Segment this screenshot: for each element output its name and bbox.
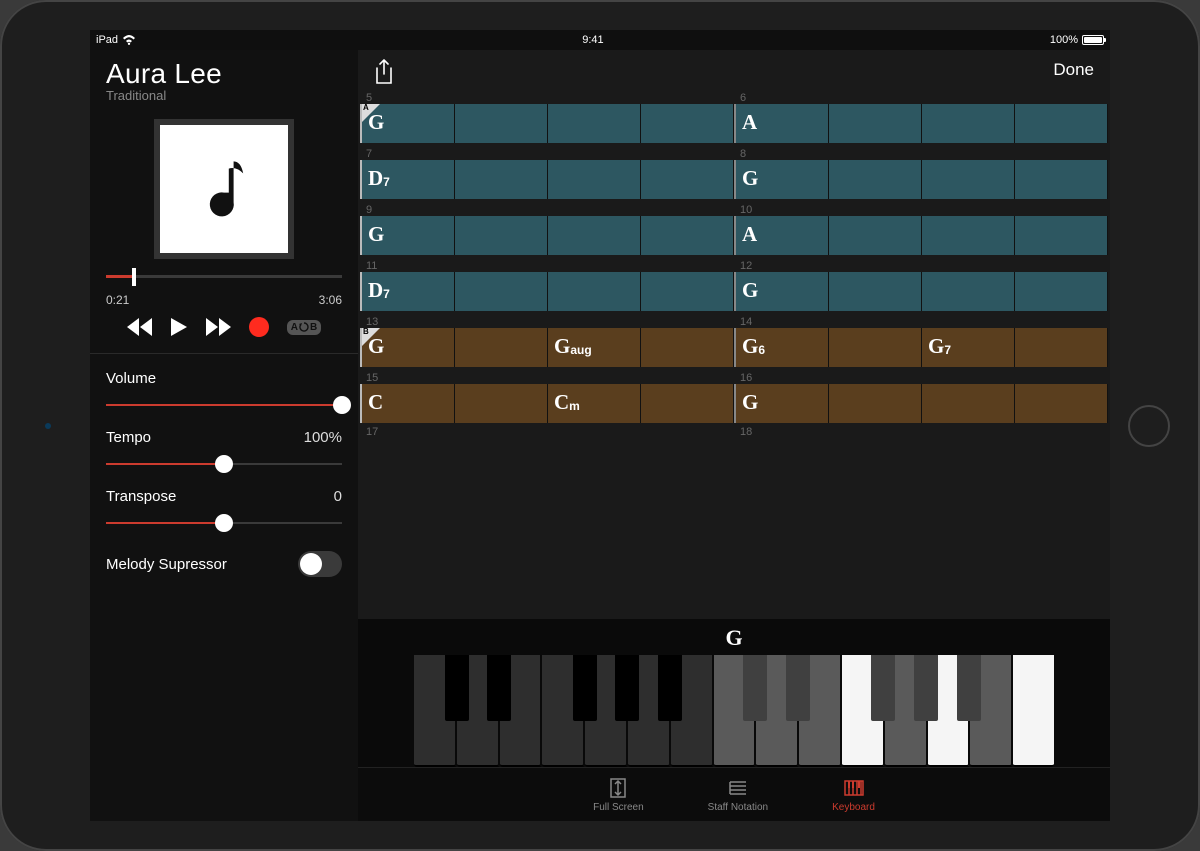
- black-key[interactable]: [658, 655, 682, 721]
- done-button[interactable]: Done: [1053, 60, 1094, 80]
- transpose-label: Transpose: [106, 488, 176, 505]
- tab-staff-notation[interactable]: Staff Notation: [708, 776, 768, 813]
- fast-forward-button[interactable]: [205, 318, 231, 336]
- record-button[interactable]: [249, 317, 269, 337]
- tempo-label: Tempo: [106, 429, 151, 446]
- battery-icon: [1082, 35, 1104, 45]
- playback-slider[interactable]: [106, 269, 342, 291]
- play-button[interactable]: [171, 318, 187, 336]
- time-elapsed: 0:21: [106, 293, 129, 307]
- chord-row[interactable]: D7G: [360, 160, 1108, 199]
- black-key[interactable]: [445, 655, 469, 721]
- chord-row[interactable]: BGGaugG6G7: [360, 328, 1108, 367]
- melody-suppressor-row: Melody Supressor: [106, 551, 342, 577]
- staff-notation-icon: [726, 776, 750, 800]
- clock: 9:41: [582, 34, 603, 46]
- ab-loop-button[interactable]: AB: [287, 320, 321, 335]
- wifi-icon: [122, 35, 136, 45]
- black-key[interactable]: [957, 655, 981, 721]
- transpose-slider[interactable]: [106, 513, 342, 533]
- black-key[interactable]: [615, 655, 639, 721]
- tab-keyboard[interactable]: Keyboard: [832, 776, 875, 813]
- music-note-icon: [199, 159, 249, 219]
- volume-label: Volume: [106, 370, 156, 387]
- time-total: 3:06: [319, 293, 342, 307]
- tab-full-screen-label: Full Screen: [593, 802, 644, 813]
- home-button[interactable]: [1128, 405, 1170, 447]
- song-subtitle: Traditional: [106, 88, 342, 103]
- black-key[interactable]: [743, 655, 767, 721]
- battery-percent: 100%: [1050, 34, 1078, 46]
- black-key[interactable]: [871, 655, 895, 721]
- chord-row[interactable]: CCmG: [360, 384, 1108, 423]
- chord-row[interactable]: GA: [360, 216, 1108, 255]
- chord-row[interactable]: D7G: [360, 272, 1108, 311]
- black-key[interactable]: [487, 655, 511, 721]
- camera-dot: [45, 423, 51, 429]
- keyboard-panel: G: [358, 619, 1110, 767]
- divider: [90, 353, 358, 354]
- full-screen-icon: [606, 776, 630, 800]
- tempo-value: 100%: [304, 429, 342, 446]
- device-label: iPad: [96, 34, 118, 46]
- album-art: [154, 119, 294, 259]
- main-panel: Done 56AGA78D7G910GA1112D7G1314BGGaugG6G…: [358, 50, 1110, 821]
- tempo-control: Tempo 100%: [106, 429, 342, 474]
- view-tabs: Full Screen Staff Notation Keyboard: [358, 767, 1110, 821]
- rewind-button[interactable]: [127, 318, 153, 336]
- app: Aura Lee Traditional 0:21 3:06: [90, 50, 1110, 821]
- volume-slider[interactable]: [106, 395, 342, 415]
- chord-row[interactable]: AGA: [360, 104, 1108, 143]
- transpose-value: 0: [334, 488, 342, 505]
- tab-staff-notation-label: Staff Notation: [708, 802, 768, 813]
- tab-full-screen[interactable]: Full Screen: [593, 776, 644, 813]
- melody-suppressor-label: Melody Supressor: [106, 556, 227, 573]
- status-bar: iPad 9:41 100%: [90, 30, 1110, 50]
- volume-control: Volume: [106, 370, 342, 415]
- song-title: Aura Lee: [106, 58, 342, 90]
- screen: iPad 9:41 100% Aura Lee Traditional: [90, 30, 1110, 821]
- transport-controls: AB: [106, 317, 342, 337]
- tab-keyboard-label: Keyboard: [832, 802, 875, 813]
- melody-suppressor-toggle[interactable]: [298, 551, 342, 577]
- black-key[interactable]: [573, 655, 597, 721]
- current-chord-label: G: [358, 625, 1110, 651]
- sidebar: Aura Lee Traditional 0:21 3:06: [90, 50, 358, 821]
- black-key[interactable]: [786, 655, 810, 721]
- black-key[interactable]: [914, 655, 938, 721]
- main-header: Done: [358, 50, 1110, 90]
- ipad-frame: iPad 9:41 100% Aura Lee Traditional: [0, 0, 1200, 851]
- keyboard-icon: [842, 776, 866, 800]
- piano-keyboard[interactable]: [414, 655, 1054, 767]
- tempo-slider[interactable]: [106, 454, 342, 474]
- white-key[interactable]: [1013, 655, 1054, 767]
- transpose-control: Transpose 0: [106, 488, 342, 533]
- share-button[interactable]: [374, 59, 394, 81]
- chord-grid[interactable]: 56AGA78D7G910GA1112D7G1314BGGaugG6G71516…: [358, 90, 1110, 619]
